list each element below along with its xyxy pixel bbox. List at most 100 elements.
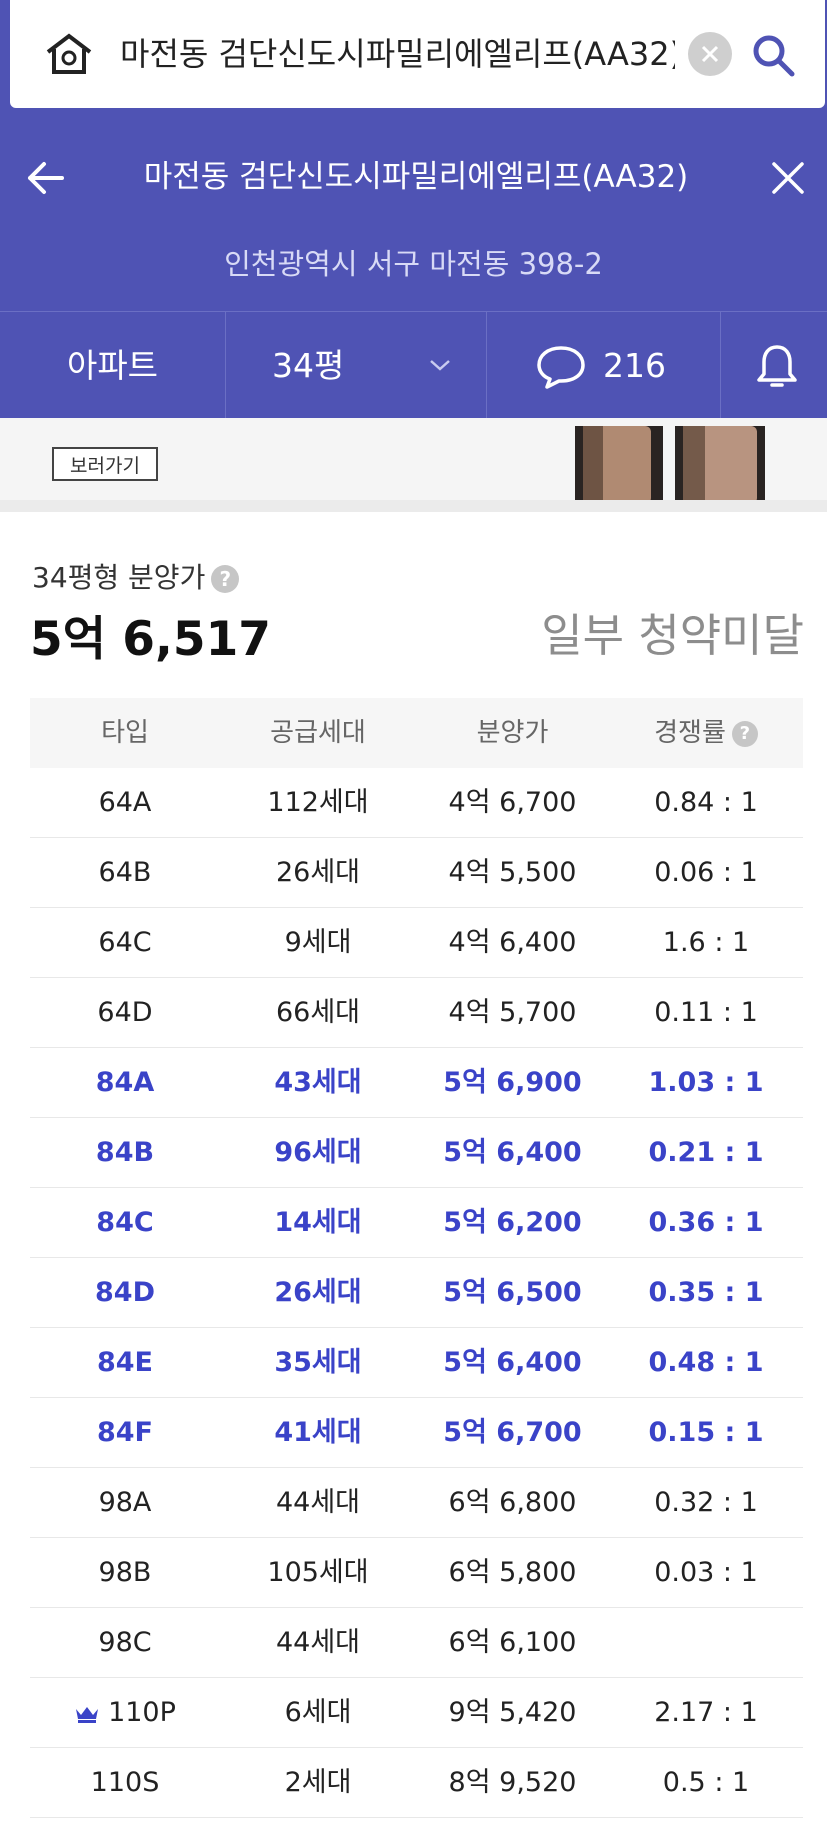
address: 인천광역시 서구 마전동 398-2: [224, 247, 603, 281]
row-price: 9억 5,420: [448, 1697, 577, 1728]
row-units: 6세대: [284, 1697, 352, 1728]
row-ratio: 0.36 : 1: [648, 1207, 764, 1238]
row-units: 112세대: [267, 787, 369, 818]
row-type: 110P: [108, 1697, 176, 1728]
row-type: 84F: [96, 1417, 154, 1448]
row-price: 4억 5,500: [448, 857, 577, 888]
row-type: 98C: [98, 1627, 152, 1658]
table-row-highlighted[interactable]: 84F 41세대 5억 6,700 0.15 : 1: [30, 1398, 803, 1468]
row-units: 41세대: [274, 1417, 362, 1448]
search-box[interactable]: 마전동 검단신도시파밀리에엘리프(AA32): [10, 0, 825, 108]
complex-header: 마전동 검단신도시파밀리에엘리프(AA32) 인천광역시 서구 마전동 398-…: [0, 108, 827, 419]
table-row[interactable]: 64A 112세대 4억 6,700 0.84 : 1: [30, 768, 803, 838]
row-ratio: 0.35 : 1: [648, 1277, 764, 1308]
row-units: 44세대: [275, 1627, 361, 1658]
table-row[interactable]: 98B 105세대 6억 5,800 0.03 : 1: [30, 1538, 803, 1608]
help-icon[interactable]: ?: [731, 720, 758, 747]
page-title: 마전동 검단신도시파밀리에엘리프(AA32): [143, 159, 689, 195]
row-ratio: 1.03 : 1: [648, 1067, 764, 1098]
header-units: 공급세대: [270, 718, 366, 748]
section-divider: [0, 500, 827, 512]
row-units: 66세대: [275, 997, 361, 1028]
row-ratio: [609, 1608, 803, 1677]
row-ratio: 0.5 : 1: [662, 1767, 750, 1798]
price-label-text: 34평형 분양가: [32, 561, 206, 594]
table-row[interactable]: 64C 9세대 4억 6,400 1.6 : 1: [30, 908, 803, 978]
row-price: 5억 6,500: [443, 1277, 582, 1308]
row-type: 84C: [96, 1207, 154, 1238]
row-ratio: 0.21 : 1: [648, 1137, 764, 1168]
row-ratio: 1.6 : 1: [662, 927, 750, 958]
back-arrow-icon[interactable]: [22, 156, 74, 200]
row-price: 4억 5,700: [448, 997, 577, 1028]
row-type: 98B: [98, 1557, 152, 1588]
help-icon[interactable]: ?: [211, 565, 240, 593]
row-type: 64C: [98, 927, 152, 958]
row-type: 84E: [96, 1347, 154, 1378]
home-icon[interactable]: [44, 32, 94, 76]
row-type: 84D: [95, 1277, 155, 1308]
row-type-premium: 110P: [30, 1678, 220, 1747]
row-type: 64D: [97, 997, 153, 1028]
size-label: 34평: [272, 346, 345, 385]
row-ratio: 2.17 : 1: [654, 1697, 758, 1728]
table-row-highlighted[interactable]: 84D 26세대 5억 6,500 0.35 : 1: [30, 1258, 803, 1328]
average-price: 5억 6,517: [30, 612, 271, 667]
row-price: 6억 6,100: [448, 1627, 577, 1658]
tab-notification[interactable]: [721, 312, 827, 419]
chevron-down-icon: [430, 360, 450, 371]
table-row[interactable]: 64B 26세대 4억 5,500 0.06 : 1: [30, 838, 803, 908]
comment-icon: [537, 346, 585, 389]
table-row-highlighted[interactable]: 84C 14세대 5억 6,200 0.36 : 1: [30, 1188, 803, 1258]
row-type: 84B: [95, 1137, 155, 1168]
row-type: 84A: [95, 1067, 155, 1098]
row-price: 6억 5,800: [448, 1557, 577, 1588]
row-price: 5억 6,200: [443, 1207, 582, 1238]
price-label: 34평형 분양가?: [32, 558, 240, 598]
tab-property-type[interactable]: 아파트: [0, 312, 225, 419]
table-row-highlighted[interactable]: 84E 35세대 5억 6,400 0.48 : 1: [30, 1328, 803, 1398]
table-row[interactable]: 64D 66세대 4억 5,700 0.11 : 1: [30, 978, 803, 1048]
info-tabs: 아파트 34평 216: [0, 311, 827, 419]
row-ratio: 0.48 : 1: [648, 1347, 764, 1378]
row-units: 105세대: [267, 1557, 369, 1588]
row-ratio: 0.06 : 1: [654, 857, 758, 888]
clear-icon[interactable]: [688, 32, 732, 76]
close-icon[interactable]: [766, 156, 810, 200]
header-price: 분양가: [476, 718, 549, 748]
search-bar: 마전동 검단신도시파밀리에엘리프(AA32): [0, 0, 827, 111]
row-units: 35세대: [274, 1347, 362, 1378]
table-row[interactable]: 98A 44세대 6억 6,800 0.32 : 1: [30, 1468, 803, 1538]
row-price: 8억 9,520: [448, 1767, 577, 1798]
search-input[interactable]: 마전동 검단신도시파밀리에엘리프(AA32): [120, 30, 675, 78]
door-lock-ad-image: [575, 426, 765, 510]
tab-comments[interactable]: 216: [487, 312, 720, 419]
row-type: 98A: [98, 1487, 152, 1518]
header-type: 타입: [101, 718, 149, 748]
row-units: 96세대: [274, 1137, 362, 1168]
row-price: 5억 6,400: [443, 1347, 582, 1378]
view-button[interactable]: 보러가기: [52, 447, 158, 481]
tab-size-select[interactable]: 34평: [226, 312, 486, 419]
row-ratio: 0.11 : 1: [654, 997, 758, 1028]
search-icon[interactable]: [748, 30, 798, 80]
table-row-highlighted[interactable]: 84A 43세대 5억 6,900 1.03 : 1: [30, 1048, 803, 1118]
row-type: 64B: [98, 857, 152, 888]
row-ratio: 0.32 : 1: [654, 1487, 758, 1518]
subscription-status: 일부 청약미달: [541, 609, 804, 662]
row-ratio: 0.03 : 1: [654, 1557, 758, 1588]
table-row[interactable]: 110S 2세대 8억 9,520 0.5 : 1: [30, 1748, 803, 1818]
row-price: 4억 6,400: [448, 927, 577, 958]
header-ratio: 경쟁률?: [609, 698, 803, 768]
table-row[interactable]: 98C 44세대 6억 6,100: [30, 1608, 803, 1678]
table-header: 타입 공급세대 분양가 경쟁률?: [30, 698, 803, 768]
table-row[interactable]: 110P 6세대 9억 5,420 2.17 : 1: [30, 1678, 803, 1748]
ad-banner[interactable]: 보러가기: [0, 418, 827, 510]
row-price: 5억 6,700: [443, 1417, 582, 1448]
table-row-highlighted[interactable]: 84B 96세대 5억 6,400 0.21 : 1: [30, 1118, 803, 1188]
row-units: 9세대: [284, 927, 352, 958]
crown-icon: [76, 1706, 99, 1723]
row-price: 5억 6,900: [443, 1067, 582, 1098]
row-price: 6억 6,800: [448, 1487, 577, 1518]
row-type: 110S: [90, 1767, 160, 1798]
